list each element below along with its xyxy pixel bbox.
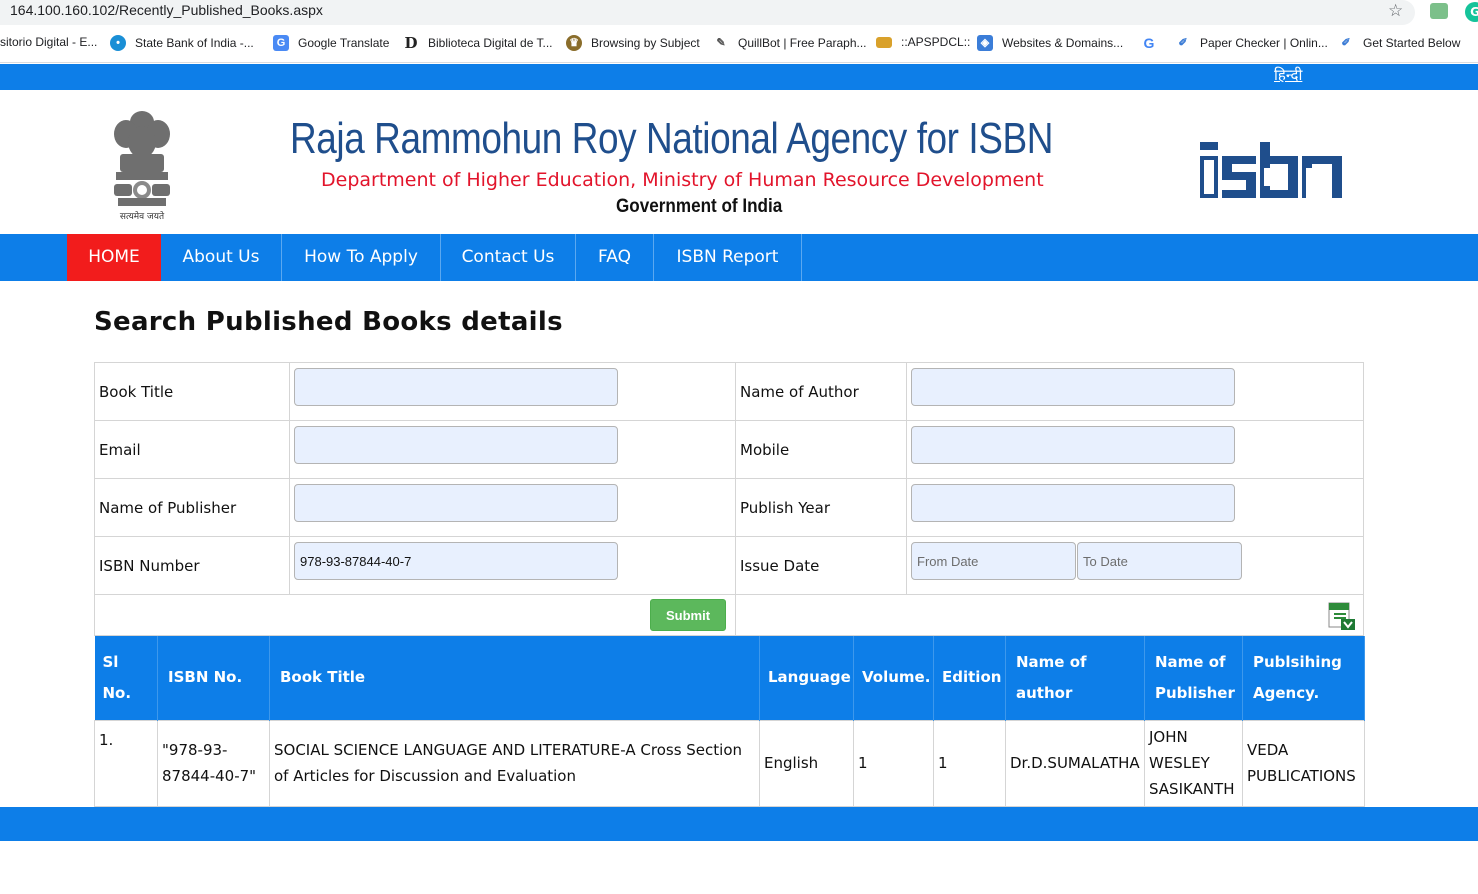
mobile-input[interactable] (911, 426, 1235, 464)
nav-about-us[interactable]: About Us (161, 234, 282, 281)
search-form: Book Title Name of Author Email Mobile N… (94, 362, 1364, 636)
column-header-sl: Sl No. (94, 636, 158, 720)
cell-title: SOCIAL SCIENCE LANGUAGE AND LITERATURE-A… (269, 719, 760, 807)
browser-address-bar: 164.100.160.102/Recently_Published_Books… (0, 0, 1478, 25)
nav-how-to-apply[interactable]: How To Apply (282, 234, 441, 281)
bookmark-label: ::APSPDCL:: (901, 35, 971, 49)
quill-icon: ✎ (713, 35, 729, 51)
nav-contact-us[interactable]: Contact Us (441, 234, 576, 281)
crest-icon: ♛ (566, 35, 582, 51)
bookmark-label: Websites & Domains... (1002, 36, 1124, 50)
column-header-edition: Edition (933, 636, 1006, 720)
column-header-publisher: Name of Publisher (1144, 636, 1243, 720)
bookmark-label: Paper Checker | Onlin... (1200, 36, 1328, 50)
isbn-logo (1200, 142, 1342, 198)
card-icon (876, 36, 892, 48)
translate-icon: G (273, 35, 289, 51)
bookmark-item[interactable]: ::APSPDCL:: (876, 35, 970, 49)
pen-icon: ✐ (1338, 35, 1354, 51)
results-table: Sl No. ISBN No. Book Title Language Volu… (94, 636, 1365, 807)
sbi-icon: • (110, 35, 126, 51)
column-header-title: Book Title (269, 636, 760, 720)
bookmark-item[interactable]: ✐ Paper Checker | Onlin... (1175, 35, 1328, 51)
government-label: Government of India (616, 196, 783, 217)
from-date-input[interactable] (911, 542, 1076, 580)
book-title-input[interactable] (294, 368, 618, 406)
cell-agency: VEDA PUBLICATIONS (1242, 719, 1365, 807)
bookmark-label: Biblioteca Digital de T... (428, 36, 553, 50)
pen-icon: ✐ (1175, 35, 1191, 51)
email-input[interactable] (294, 426, 618, 464)
url-text: 164.100.160.102/Recently_Published_Books… (10, 2, 323, 18)
bookmark-item[interactable]: ♛ Browsing by Subject (566, 35, 700, 51)
top-strip: हिन्दी (0, 64, 1478, 90)
web-icon: ◈ (977, 35, 993, 51)
nav-isbn-report[interactable]: ISBN Report (654, 234, 802, 281)
bookmark-item[interactable]: D Biblioteca Digital de T... (403, 35, 553, 51)
nav-home[interactable]: HOME (67, 234, 161, 281)
bookmark-label: Google Translate (298, 36, 390, 50)
national-emblem-icon: सत्यमेव जयते (114, 111, 170, 222)
google-g-icon: G (1141, 35, 1157, 51)
bookmark-label: QuillBot | Free Paraph... (738, 36, 867, 50)
grammarly-extension-icon[interactable]: G (1465, 2, 1478, 22)
bookmark-item[interactable]: sitorio Digital - E... (0, 35, 97, 49)
bookmark-star-icon[interactable]: ☆ (1388, 1, 1403, 21)
site-footer (0, 807, 1478, 841)
isbn-input[interactable] (294, 542, 618, 580)
cell-volume: 1 (853, 719, 934, 807)
publish-year-input[interactable] (911, 484, 1235, 522)
page-title: Search Published Books details (94, 307, 563, 337)
url-field[interactable]: 164.100.160.102/Recently_Published_Books… (0, 0, 1415, 25)
column-header-isbn: ISBN No. (157, 636, 270, 720)
emblem-caption: सत्यमेव जयते (120, 210, 165, 222)
cell-sl: 1. (94, 719, 158, 807)
bookmark-item[interactable]: G (1141, 35, 1166, 51)
publisher-label: Name of Publisher (99, 499, 237, 517)
bookmark-item[interactable]: • State Bank of India -... (110, 35, 254, 51)
site-header: सत्यमेव जयते Raja Rammohun Roy National … (0, 90, 1478, 234)
excel-export-icon[interactable] (1327, 601, 1357, 631)
site-subtitle: Department of Higher Education, Ministry… (321, 169, 1044, 191)
bookmark-label: Browsing by Subject (591, 36, 700, 50)
column-header-author: Name of author (1005, 636, 1145, 720)
publisher-input[interactable] (294, 484, 618, 522)
bookmarks-bar: sitorio Digital - E... • State Bank of I… (0, 25, 1478, 63)
main-navigation: HOME About Us How To Apply Contact Us FA… (0, 234, 1478, 281)
bookmark-label: sitorio Digital - E... (0, 35, 98, 49)
bookmark-item[interactable]: ✐ Get Started Below (1338, 35, 1460, 51)
bookmark-item[interactable]: ✎ QuillBot | Free Paraph... (713, 35, 867, 51)
cell-publisher: JOHN WESLEY SASIKANTH (1144, 719, 1243, 807)
form-cell (95, 595, 736, 635)
cell-language: English (759, 719, 854, 807)
nav-faq[interactable]: FAQ (576, 234, 654, 281)
bookmark-label: Get Started Below (1363, 36, 1461, 50)
d-letter-icon: D (403, 34, 419, 52)
cell-isbn: "978-93-87844-40-7" (157, 719, 270, 807)
table-row: 1. "978-93-87844-40-7" SOCIAL SCIENCE LA… (94, 719, 1365, 807)
site-title: Raja Rammohun Roy National Agency for IS… (290, 114, 1053, 163)
bookmark-label: State Bank of India -... (135, 36, 254, 50)
submit-button[interactable]: Submit (650, 599, 726, 631)
bookmark-item[interactable]: ◈ Websites & Domains... (977, 35, 1123, 51)
bookmark-item[interactable]: G Google Translate (273, 35, 389, 51)
email-label: Email (99, 441, 141, 459)
hindi-language-link[interactable]: हिन्दी (1274, 65, 1302, 85)
mobile-label: Mobile (740, 441, 790, 459)
isbn-label: ISBN Number (99, 557, 200, 575)
form-cell (736, 595, 1364, 635)
publish-year-label: Publish Year (740, 499, 830, 517)
column-header-agency: Publsihing Agency. (1242, 636, 1365, 720)
author-input[interactable] (911, 368, 1235, 406)
column-header-volume: Volume. (853, 636, 934, 720)
cell-edition: 1 (933, 719, 1006, 807)
to-date-input[interactable] (1077, 542, 1242, 580)
extension-icon[interactable] (1430, 3, 1448, 19)
issue-date-label: Issue Date (740, 557, 820, 575)
author-label: Name of Author (740, 383, 859, 401)
cell-author: Dr.D.SUMALATHA (1005, 719, 1145, 807)
table-header-row: Sl No. ISBN No. Book Title Language Volu… (94, 636, 1365, 720)
column-header-language: Language (759, 636, 854, 720)
book-title-label: Book Title (99, 383, 174, 401)
